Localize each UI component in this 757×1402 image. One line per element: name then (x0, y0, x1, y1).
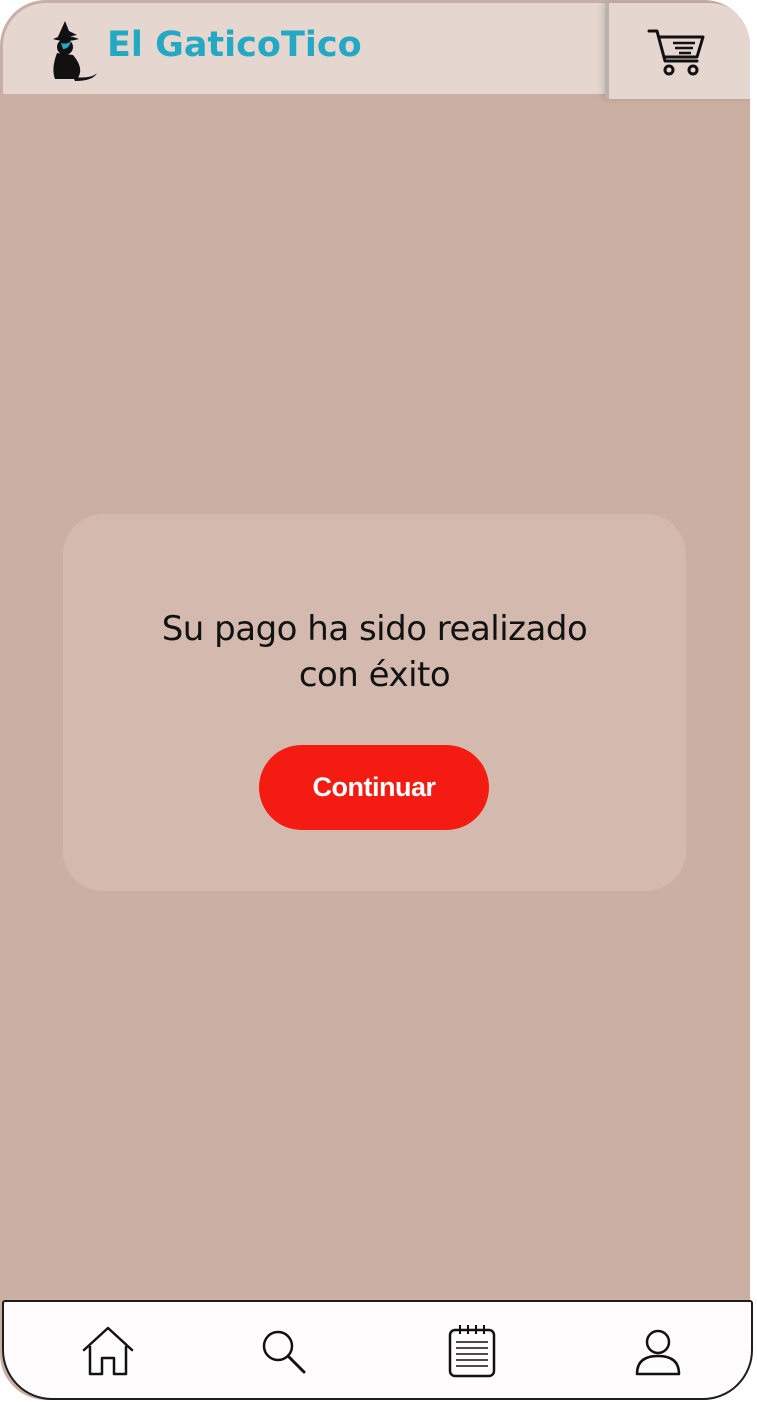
nav-home[interactable] (78, 1322, 138, 1382)
cart-area (605, 3, 750, 99)
user-icon (635, 1329, 681, 1376)
success-message-line1: Su pago ha sido realizado (161, 609, 588, 649)
continue-button[interactable]: Continuar (259, 745, 489, 830)
shopping-cart-icon[interactable] (647, 27, 705, 77)
notepad-icon (448, 1325, 496, 1378)
bottom-nav (2, 1300, 753, 1400)
nav-profile[interactable] (628, 1322, 688, 1382)
top-header: El GaticoTico (0, 0, 750, 99)
app-screen: El GaticoTico Su pago ha sido realizado … (0, 0, 750, 1400)
nav-orders[interactable] (442, 1322, 502, 1382)
brand-name: El GaticoTico (107, 25, 362, 65)
cat-logo-icon (53, 21, 97, 81)
search-icon (262, 1330, 306, 1374)
payment-success-dialog: Su pago ha sido realizado con éxito Cont… (63, 514, 686, 891)
success-message: Su pago ha sido realizado con éxito (63, 606, 686, 698)
success-message-line2: con éxito (298, 655, 451, 695)
nav-search[interactable] (254, 1322, 314, 1382)
home-icon (82, 1326, 134, 1376)
